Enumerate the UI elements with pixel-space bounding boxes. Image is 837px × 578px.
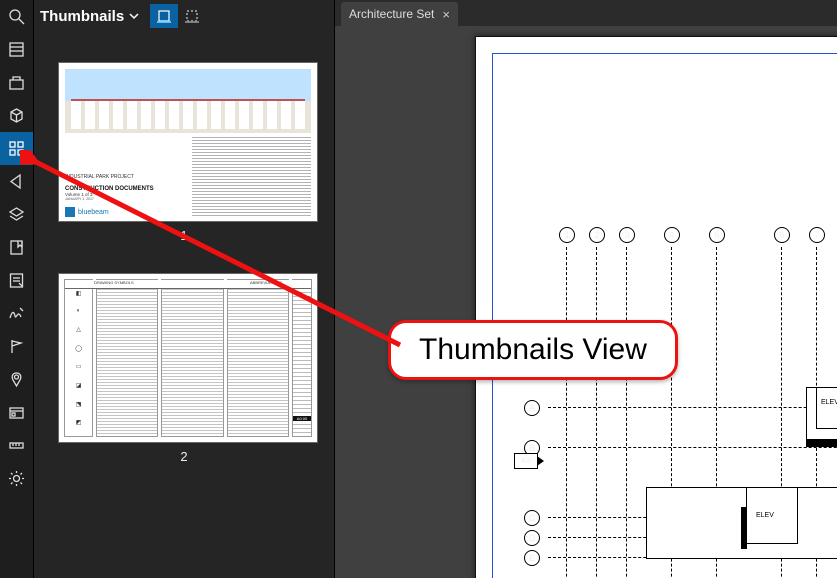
annotation-callout: Thumbnails View: [388, 320, 678, 380]
cover-logo: bluebeam: [65, 207, 184, 217]
thumbnails-menu-caret[interactable]: [128, 10, 140, 22]
settings-icon[interactable]: [0, 462, 33, 495]
floor-plan: ELEV. ELEV. ELEV: [646, 387, 837, 578]
thumbnails-panel: Thumbnails INDUSTRIAL PARK PROJECT CONST…: [34, 0, 335, 578]
room-label: ELEV.: [821, 399, 837, 406]
places-icon[interactable]: [0, 363, 33, 396]
sets-icon[interactable]: [0, 396, 33, 429]
layers-icon[interactable]: [0, 198, 33, 231]
grid-bubble: 4: [664, 227, 680, 243]
grid-line: [626, 247, 627, 578]
thumbnails-title: Thumbnails: [40, 8, 124, 25]
grid-line: [596, 247, 597, 578]
grid-bubble: C: [524, 510, 540, 526]
room-label: ELEV: [756, 512, 774, 519]
markup-icon[interactable]: [0, 33, 33, 66]
document-viewport[interactable]: 12345678 ABCDEF 4/8 ELEV. ELEV.: [335, 26, 837, 578]
grid-bubble: 1: [559, 227, 575, 243]
elevation-tag: 4/8: [514, 453, 538, 469]
grid-bubble: E: [524, 550, 540, 566]
grid-bubble: 3: [619, 227, 635, 243]
thumbnails-icon[interactable]: [0, 132, 33, 165]
tab-close-icon[interactable]: ×: [442, 7, 450, 22]
cover-date: JANUARY 1, 2017: [65, 197, 184, 201]
grid-line: [566, 247, 567, 578]
document-tab[interactable]: Architecture Set ×: [341, 2, 458, 26]
grid-bubble: 6: [774, 227, 790, 243]
thumbnail-page[interactable]: INDUSTRIAL PARK PROJECT CONSTRUCTION DOC…: [58, 62, 318, 222]
box3d-icon[interactable]: [0, 99, 33, 132]
measure-icon[interactable]: [0, 429, 33, 462]
form-icon[interactable]: [0, 264, 33, 297]
thumbnails-header: Thumbnails: [34, 0, 334, 32]
grid-bubble: 2: [589, 227, 605, 243]
thumbnails-grid-mode[interactable]: [150, 4, 178, 28]
bookmark-icon[interactable]: [0, 231, 33, 264]
cover-project: INDUSTRIAL PARK PROJECT: [65, 174, 184, 180]
thumbnails-scroll[interactable]: INDUSTRIAL PARK PROJECT CONSTRUCTION DOC…: [34, 32, 334, 578]
sheet-headers: DRAWING SYMBOLS ABBREVIATIONS: [65, 280, 311, 289]
thumbnail-number: 1: [34, 228, 334, 243]
annotation-text: Thumbnails View: [419, 333, 647, 366]
flag-icon[interactable]: [0, 330, 33, 363]
tab-bar: Architecture Set ×: [335, 0, 837, 26]
thumbnail-number: 2: [34, 449, 334, 464]
main-area: Architecture Set × 12345678 ABCDEF 4/8: [335, 0, 837, 578]
signature-icon[interactable]: [0, 297, 33, 330]
back-icon[interactable]: [0, 165, 33, 198]
grid-bubble: 5: [709, 227, 725, 243]
tab-label: Architecture Set: [349, 7, 434, 21]
search-icon[interactable]: [0, 0, 33, 33]
cover-index-lines: [192, 137, 311, 217]
drawing-page: 12345678 ABCDEF 4/8 ELEV. ELEV.: [475, 36, 837, 578]
thumbnail-page[interactable]: DRAWING SYMBOLS ABBREVIATIONS ◧ ◐ △ ◯ ▭ …: [58, 273, 318, 443]
toolbox-icon[interactable]: [0, 66, 33, 99]
sheet-symbol-col: ◧ ◐ △ ◯ ▭ ◪ ⬔ ◩: [64, 279, 93, 437]
grid-bubble: 7: [809, 227, 825, 243]
thumbnails-label-mode[interactable]: [178, 4, 206, 28]
cover-render: [65, 69, 311, 133]
sheet-text-col: [96, 279, 158, 437]
side-rail: [0, 0, 34, 578]
sheet-titleblock: A0.00: [292, 279, 312, 437]
sheet-text-col: [161, 279, 223, 437]
grid-bubble: A: [524, 400, 540, 416]
grid-bubble: D: [524, 530, 540, 546]
sheet-text-col: [227, 279, 289, 437]
